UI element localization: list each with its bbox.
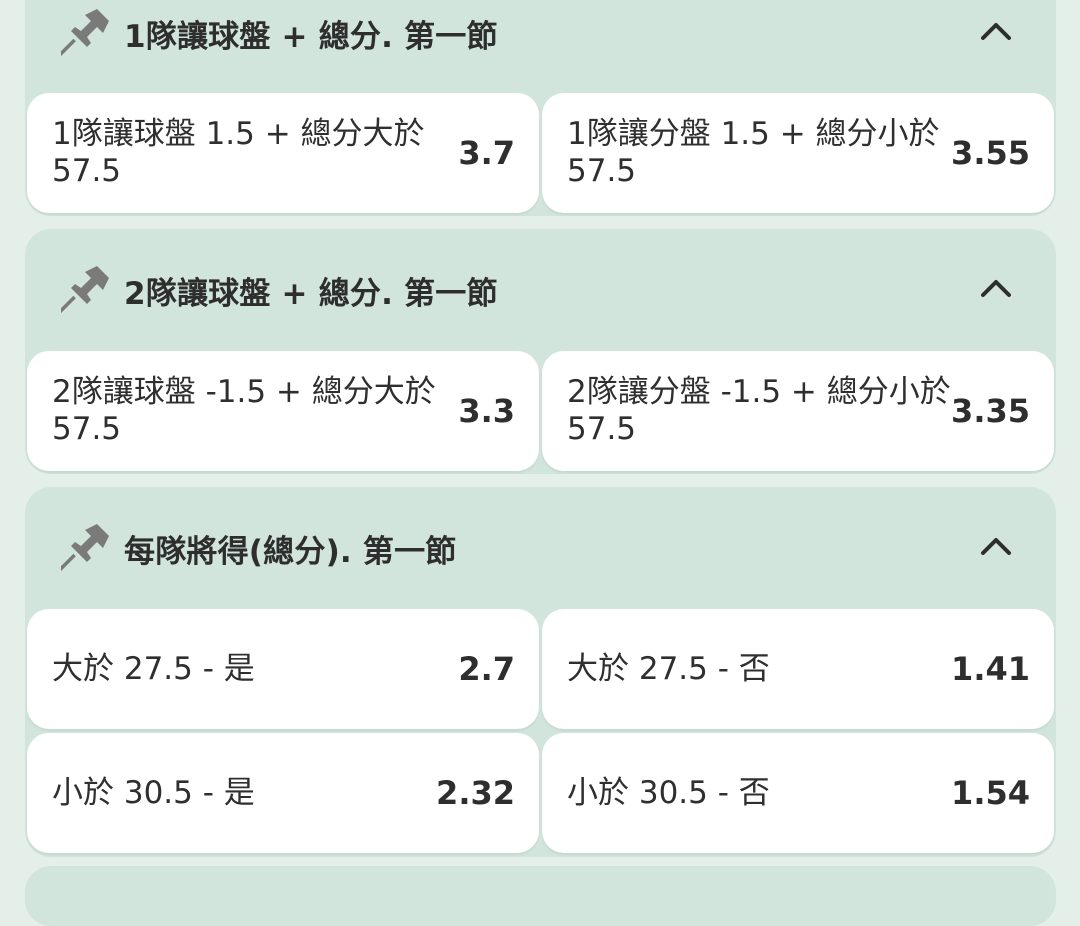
outcome-odds: 3.35 xyxy=(951,392,1030,430)
market-title: 每隊將得(總分). 第一節 xyxy=(124,534,457,570)
pin-icon[interactable] xyxy=(61,522,111,572)
market-card: 每隊將得(總分). 第一節 大於 27.5 - 是 2.7 大於 27.5 - … xyxy=(25,487,1056,857)
outcome-label: 大於 27.5 - 是 xyxy=(52,650,255,687)
outcome-button[interactable]: 2隊讓分盤 -1.5 + 總分小於 57.5 3.35 xyxy=(542,351,1054,471)
market-title: 2隊讓球盤 + 總分. 第一節 xyxy=(124,276,498,312)
outcome-odds: 2.32 xyxy=(436,774,515,812)
outcome-label: 1隊讓分盤 1.5 + 總分小於 57.5 xyxy=(567,116,940,189)
market-title: 1隊讓球盤 + 總分. 第一節 xyxy=(124,19,498,55)
outcome-button[interactable]: 小於 30.5 - 是 2.32 xyxy=(27,733,539,853)
outcome-button[interactable]: 2隊讓球盤 -1.5 + 總分大於 57.5 3.3 xyxy=(27,351,539,471)
outcome-button[interactable]: 1隊讓分盤 1.5 + 總分小於 57.5 3.55 xyxy=(542,93,1054,213)
outcome-odds: 3.7 xyxy=(458,134,515,172)
outcome-label: 1隊讓球盤 1.5 + 總分大於 57.5 xyxy=(52,116,425,189)
chevron-up-icon[interactable] xyxy=(978,16,1014,46)
outcome-button[interactable]: 小於 30.5 - 否 1.54 xyxy=(542,733,1054,853)
chevron-up-icon[interactable] xyxy=(978,273,1014,303)
outcome-label: 小於 30.5 - 否 xyxy=(567,774,770,811)
pin-icon[interactable] xyxy=(61,7,111,57)
outcome-label: 小於 30.5 - 是 xyxy=(52,774,255,811)
market-header[interactable]: 1隊讓球盤 + 總分. 第一節 xyxy=(25,0,1056,66)
outcome-label: 大於 27.5 - 否 xyxy=(567,650,770,687)
outcome-label: 2隊讓球盤 -1.5 + 總分大於 57.5 xyxy=(52,374,436,447)
outcome-odds: 3.55 xyxy=(951,134,1030,172)
outcome-label: 2隊讓分盤 -1.5 + 總分小於 57.5 xyxy=(567,374,951,447)
market-card: 2隊讓球盤 + 總分. 第一節 2隊讓球盤 -1.5 + 總分大於 57.5 3… xyxy=(25,229,1056,474)
pin-icon[interactable] xyxy=(61,264,111,314)
outcome-odds: 3.3 xyxy=(458,392,515,430)
outcome-odds: 1.54 xyxy=(951,774,1030,812)
market-header[interactable]: 每隊將得(總分). 第一節 xyxy=(25,511,1056,581)
outcome-odds: 1.41 xyxy=(951,650,1030,688)
market-header[interactable]: 2隊讓球盤 + 總分. 第一節 xyxy=(25,253,1056,323)
market-card-partial xyxy=(25,866,1056,926)
outcome-button[interactable]: 大於 27.5 - 是 2.7 xyxy=(27,609,539,729)
chevron-up-icon[interactable] xyxy=(978,531,1014,561)
outcome-button[interactable]: 大於 27.5 - 否 1.41 xyxy=(542,609,1054,729)
outcome-button[interactable]: 1隊讓球盤 1.5 + 總分大於 57.5 3.7 xyxy=(27,93,539,213)
outcome-odds: 2.7 xyxy=(458,650,515,688)
market-card: 1隊讓球盤 + 總分. 第一節 1隊讓球盤 1.5 + 總分大於 57.5 3.… xyxy=(25,0,1056,216)
